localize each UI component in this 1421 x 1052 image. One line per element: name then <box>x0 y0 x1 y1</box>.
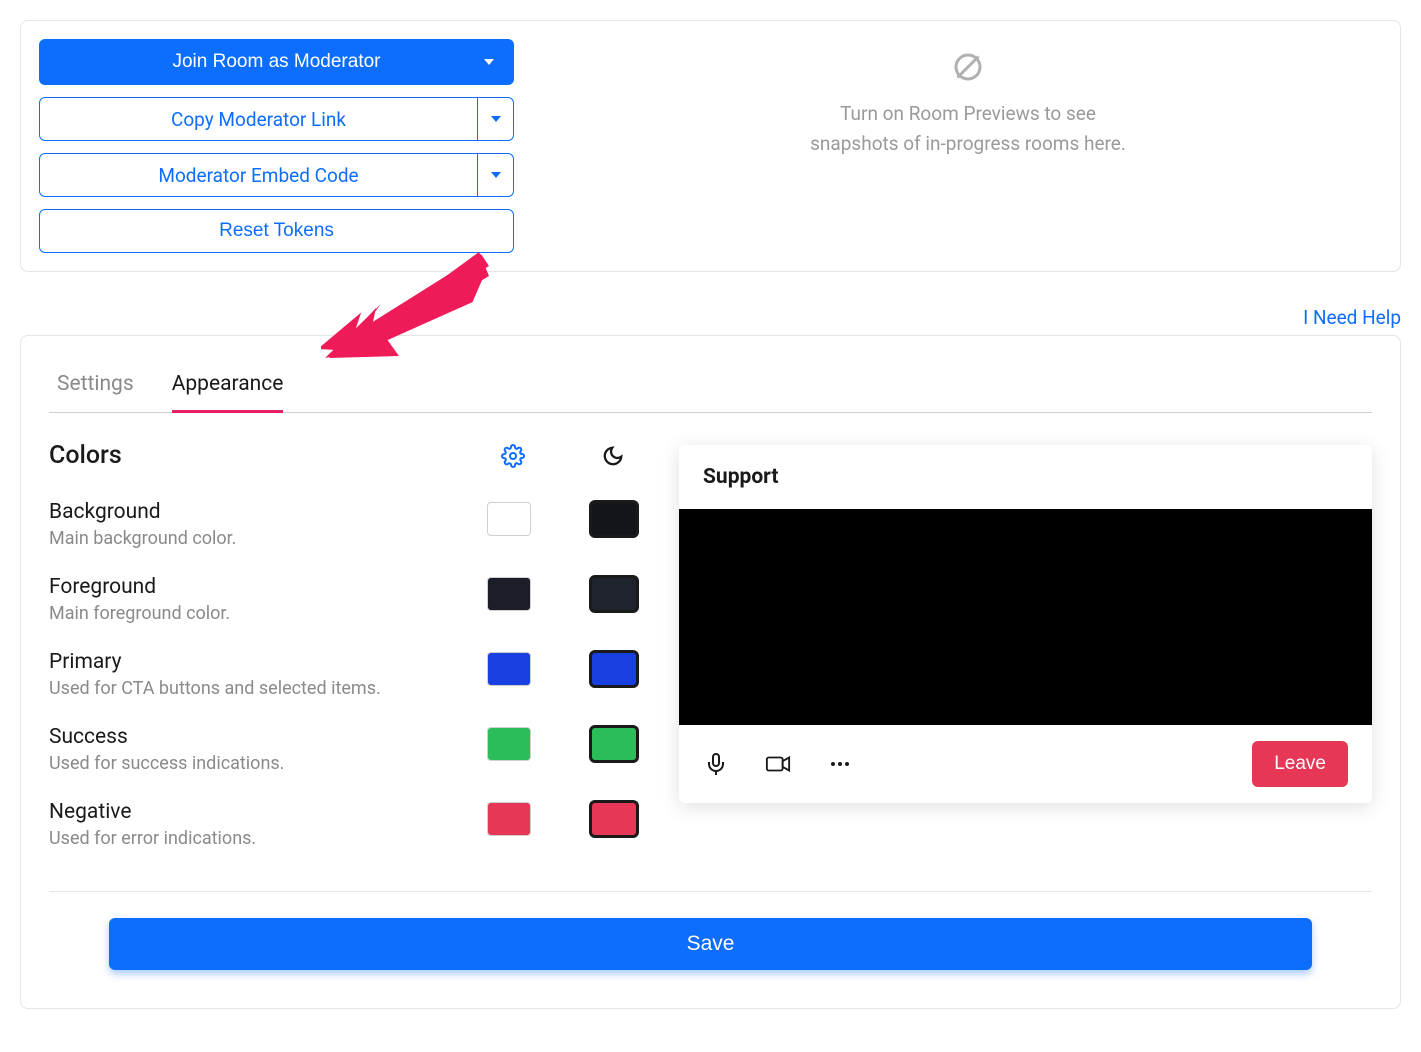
camera-icon[interactable] <box>765 751 791 777</box>
divider <box>49 891 1372 892</box>
preview-toolbar: Leave <box>679 725 1372 803</box>
color-info: Success Used for success indications. <box>49 725 487 774</box>
preview-title: Support <box>679 445 1372 509</box>
colors-column: Colors Backgroun <box>49 441 639 875</box>
gear-icon[interactable] <box>501 444 525 468</box>
leave-label: Leave <box>1274 753 1326 774</box>
moon-icon[interactable] <box>601 444 625 468</box>
color-swatches <box>487 575 639 613</box>
color-name: Negative <box>49 800 487 824</box>
color-swatches <box>487 725 639 763</box>
tabs: Settings Appearance <box>49 368 1372 413</box>
preview-video <box>679 509 1372 725</box>
embed-code-button[interactable]: Moderator Embed Code <box>39 153 514 197</box>
preview-column: Support <box>679 441 1372 875</box>
color-name: Foreground <box>49 575 487 599</box>
help-link[interactable]: I Need Help <box>1303 306 1401 329</box>
color-row: Negative Used for error indications. <box>49 800 639 849</box>
caret-down-icon <box>491 172 501 178</box>
color-name: Success <box>49 725 487 749</box>
appearance-card: Settings Appearance Colors <box>20 335 1401 1009</box>
colors-header: Colors <box>49 441 639 470</box>
color-swatches <box>487 800 639 838</box>
color-info: Negative Used for error indications. <box>49 800 487 849</box>
swatch-dark[interactable] <box>589 725 639 763</box>
swatch-light[interactable] <box>487 652 531 686</box>
join-room-button[interactable]: Join Room as Moderator <box>39 39 514 85</box>
swatch-light[interactable] <box>487 577 531 611</box>
color-swatches <box>487 650 639 688</box>
color-row: Background Main background color. <box>49 500 639 549</box>
room-preview-empty: Turn on Room Previews to see snapshots o… <box>554 39 1382 253</box>
color-name: Primary <box>49 650 487 674</box>
copy-link-label: Copy Moderator Link <box>40 98 477 140</box>
help-row: I Need Help <box>20 306 1401 329</box>
color-row: Success Used for success indications. <box>49 725 639 774</box>
embed-code-label: Moderator Embed Code <box>40 154 477 196</box>
save-button[interactable]: Save <box>109 918 1312 970</box>
color-desc: Main background color. <box>49 528 487 549</box>
empty-text-line2: snapshots of in-progress rooms here. <box>810 129 1126 159</box>
embed-code-caret[interactable] <box>477 154 513 196</box>
swatch-dark[interactable] <box>589 575 639 613</box>
swatch-dark[interactable] <box>589 650 639 688</box>
colors-title: Colors <box>49 441 501 470</box>
save-label: Save <box>687 932 735 955</box>
microphone-icon[interactable] <box>703 751 729 777</box>
color-row: Primary Used for CTA buttons and selecte… <box>49 650 639 699</box>
color-info: Primary Used for CTA buttons and selecte… <box>49 650 487 699</box>
color-info: Background Main background color. <box>49 500 487 549</box>
caret-down-icon <box>491 116 501 122</box>
color-desc: Used for error indications. <box>49 828 487 849</box>
preview-box: Support <box>679 445 1372 803</box>
swatch-light[interactable] <box>487 502 531 536</box>
swatch-light[interactable] <box>487 727 531 761</box>
color-row: Foreground Main foreground color. <box>49 575 639 624</box>
color-desc: Main foreground color. <box>49 603 487 624</box>
leave-button[interactable]: Leave <box>1252 741 1348 787</box>
copy-link-caret[interactable] <box>477 98 513 140</box>
color-name: Background <box>49 500 487 524</box>
join-room-label: Join Room as Moderator <box>172 51 380 73</box>
empty-set-icon <box>950 49 986 89</box>
copy-link-button[interactable]: Copy Moderator Link <box>39 97 514 141</box>
appearance-content: Colors Backgroun <box>49 413 1372 875</box>
swatch-dark[interactable] <box>589 800 639 838</box>
color-info: Foreground Main foreground color. <box>49 575 487 624</box>
more-icon[interactable] <box>827 751 853 777</box>
reset-tokens-label: Reset Tokens <box>219 220 334 242</box>
empty-text-line1: Turn on Room Previews to see <box>840 99 1096 129</box>
caret-down-icon <box>484 59 494 65</box>
swatch-light[interactable] <box>487 802 531 836</box>
reset-tokens-button[interactable]: Reset Tokens <box>39 209 514 253</box>
moderator-actions: Join Room as Moderator Copy Moderator Li… <box>39 39 514 253</box>
color-desc: Used for success indications. <box>49 753 487 774</box>
color-desc: Used for CTA buttons and selected items. <box>49 678 487 699</box>
swatch-dark[interactable] <box>589 500 639 538</box>
top-card: Join Room as Moderator Copy Moderator Li… <box>20 20 1401 272</box>
tab-settings[interactable]: Settings <box>57 368 134 412</box>
color-swatches <box>487 500 639 538</box>
tab-appearance[interactable]: Appearance <box>172 368 284 413</box>
mode-icons <box>501 444 639 468</box>
